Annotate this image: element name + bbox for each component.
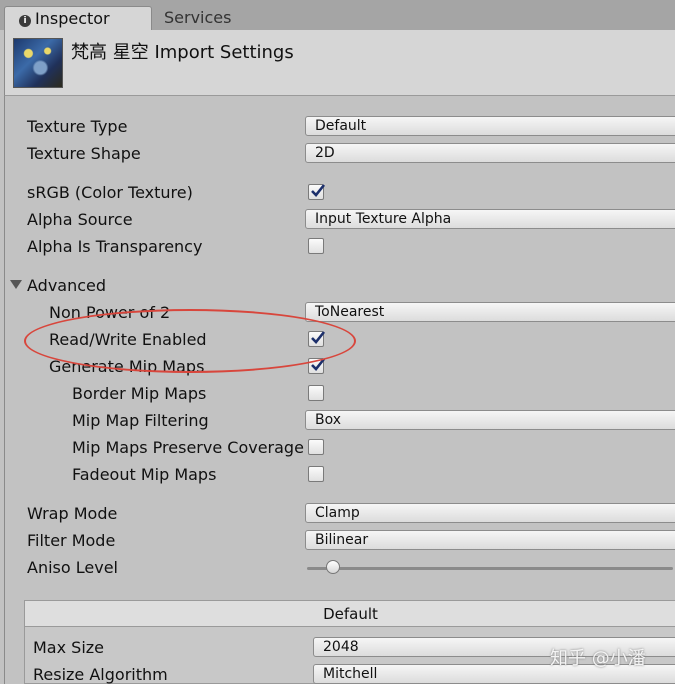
texture-type-label: Texture Type (27, 117, 128, 136)
max-size-label: Max Size (33, 638, 105, 657)
mip-maps-preserve-coverage-label: Mip Maps Preserve Coverage (72, 438, 304, 457)
check-icon (311, 184, 326, 197)
tab-bar: i Inspector Services (0, 0, 675, 30)
alpha-source-label: Alpha Source (27, 210, 133, 229)
advanced-foldout-label[interactable]: Advanced (27, 276, 106, 295)
texture-shape-dropdown[interactable]: 2D (305, 143, 675, 163)
mip-maps-preserve-coverage-checkbox[interactable] (308, 439, 324, 455)
inspector-header: 梵高 星空 Import Settings (4, 30, 675, 96)
filter-mode-label: Filter Mode (27, 531, 116, 550)
aniso-level-slider-track[interactable] (307, 567, 673, 570)
info-icon: i (19, 15, 31, 27)
resize-algorithm-label: Resize Algorithm (33, 665, 168, 684)
fadeout-mip-maps-label: Fadeout Mip Maps (72, 465, 217, 484)
platform-settings-box: Default Max Size 2048 Resize Algorithm M… (24, 600, 675, 684)
alpha-is-transparency-label: Alpha Is Transparency (27, 237, 203, 256)
tab-services[interactable]: Services (164, 6, 231, 30)
texture-type-dropdown[interactable]: Default (305, 116, 675, 136)
alpha-is-transparency-checkbox[interactable] (308, 238, 324, 254)
aniso-level-slider-thumb[interactable] (326, 560, 340, 574)
non-power-of-2-dropdown[interactable]: ToNearest (305, 302, 675, 322)
platform-tab-default[interactable]: Default (25, 601, 675, 627)
page-title: 梵高 星空 Import Settings (71, 42, 294, 63)
foldout-arrow-icon[interactable] (10, 280, 22, 289)
mip-map-filtering-label: Mip Map Filtering (72, 411, 209, 430)
tab-inspector-label: Inspector (35, 9, 110, 28)
srgb-checkbox[interactable] (308, 184, 326, 200)
wrap-mode-label: Wrap Mode (27, 504, 118, 523)
aniso-level-label: Aniso Level (27, 558, 118, 577)
tab-inspector[interactable]: i Inspector (4, 6, 152, 30)
srgb-label: sRGB (Color Texture) (27, 183, 193, 202)
texture-thumbnail (13, 38, 63, 88)
tab-services-label: Services (164, 8, 232, 27)
fadeout-mip-maps-checkbox[interactable] (308, 466, 324, 482)
watermark: 知乎 @小潘 (550, 648, 646, 669)
annotation-ellipse (24, 309, 356, 373)
border-mip-maps-label: Border Mip Maps (72, 384, 207, 403)
wrap-mode-dropdown[interactable]: Clamp (305, 503, 675, 523)
border-mip-maps-checkbox[interactable] (308, 385, 324, 401)
texture-shape-label: Texture Shape (27, 144, 141, 163)
alpha-source-dropdown[interactable]: Input Texture Alpha (305, 209, 675, 229)
filter-mode-dropdown[interactable]: Bilinear (305, 530, 675, 550)
mip-map-filtering-dropdown[interactable]: Box (305, 410, 675, 430)
